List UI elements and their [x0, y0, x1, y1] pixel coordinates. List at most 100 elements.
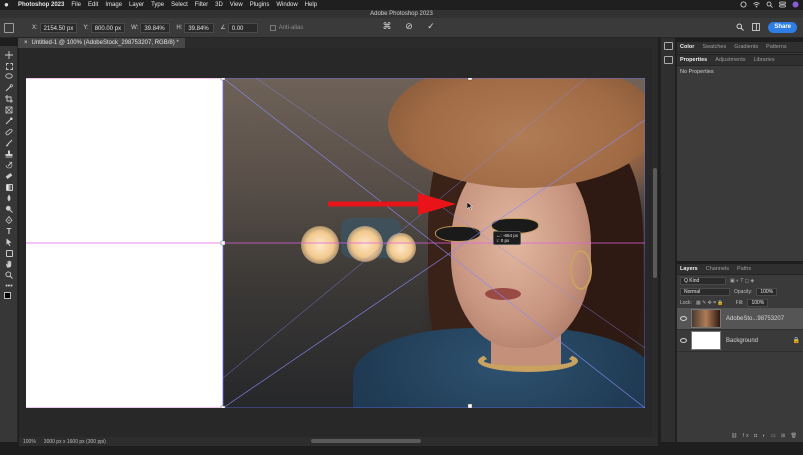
menu-filter[interactable]: Filter: [195, 2, 208, 8]
control-center-icon[interactable]: [779, 1, 786, 8]
history-brush-tool[interactable]: [0, 160, 18, 170]
fx-icon[interactable]: fx: [743, 433, 751, 439]
visibility-eye-icon[interactable]: [680, 316, 687, 321]
new-layer-icon[interactable]: ⊞: [781, 433, 787, 439]
zoom-tool[interactable]: [0, 270, 18, 280]
transform-handle[interactable]: [467, 403, 473, 408]
w-input[interactable]: 39.84%: [140, 22, 171, 33]
y-field[interactable]: Y: 800.00 px: [83, 22, 126, 33]
group-icon[interactable]: ▭: [771, 433, 778, 439]
mask-icon[interactable]: ◘: [754, 433, 759, 439]
hand-tool[interactable]: [0, 259, 18, 269]
menu-plugins[interactable]: Plugins: [250, 2, 270, 8]
tab-gradients[interactable]: Gradients: [734, 44, 758, 50]
pen-tool[interactable]: [0, 215, 18, 225]
layer-row[interactable]: AdobeSto...98753207: [677, 308, 803, 330]
layer-row[interactable]: Background 🔒: [677, 330, 803, 352]
blur-tool[interactable]: [0, 193, 18, 203]
foreground-color-swatch[interactable]: [4, 292, 11, 299]
share-button[interactable]: Share: [768, 22, 797, 33]
tool-preset-icon[interactable]: [4, 22, 14, 33]
fill-input[interactable]: 100%: [747, 298, 769, 307]
menu-help[interactable]: Help: [305, 2, 317, 8]
vertical-scroll-thumb[interactable]: [653, 168, 657, 278]
cancel-transform-icon[interactable]: ⊘: [404, 21, 414, 31]
tab-paths[interactable]: Paths: [737, 266, 751, 272]
apple-icon[interactable]: ●: [4, 1, 12, 9]
type-tool[interactable]: T: [0, 226, 18, 236]
menu-image[interactable]: Image: [105, 2, 122, 8]
blend-mode-select[interactable]: Normal: [680, 287, 730, 296]
path-select-tool[interactable]: [0, 237, 18, 247]
layer-name[interactable]: AdobeSto...98753207: [726, 316, 784, 322]
comments-icon[interactable]: [663, 42, 673, 50]
frame-tool[interactable]: [0, 105, 18, 115]
transform-handle[interactable]: [220, 405, 226, 408]
layer-kind-filter[interactable]: Q Kind: [680, 276, 726, 285]
tab-patterns[interactable]: Patterns: [766, 44, 786, 50]
angle-field[interactable]: ∠ 0.00: [220, 22, 258, 33]
h-field[interactable]: H: 39.84%: [176, 22, 215, 33]
gradient-tool[interactable]: [0, 182, 18, 192]
transform-handle[interactable]: [467, 78, 473, 81]
opacity-input[interactable]: 100%: [756, 287, 778, 296]
transform-handle[interactable]: [220, 78, 226, 81]
history-icon[interactable]: [663, 56, 673, 64]
x-input[interactable]: 2154.50 px: [39, 22, 78, 33]
wifi-icon[interactable]: [753, 1, 760, 8]
lasso-tool[interactable]: [0, 72, 18, 82]
antialias-checkbox[interactable]: Anti-alias: [269, 24, 303, 31]
document-info[interactable]: 3000 px x 1600 px (300 ppi): [44, 439, 106, 445]
adjustment-icon[interactable]: ◐: [763, 433, 768, 439]
y-input[interactable]: 800.00 px: [90, 22, 126, 33]
menu-3d[interactable]: 3D: [215, 2, 223, 8]
menu-type[interactable]: Type: [151, 2, 164, 8]
brush-tool[interactable]: [0, 138, 18, 148]
tab-properties[interactable]: Properties: [680, 57, 707, 63]
search-icon[interactable]: [766, 1, 773, 8]
menu-window[interactable]: Window: [276, 2, 297, 8]
tab-channels[interactable]: Channels: [706, 266, 729, 272]
lock-icons[interactable]: ▦ ✎ ✥ ⌗ 🔒: [696, 300, 724, 306]
menu-view[interactable]: View: [230, 2, 243, 8]
quick-select-tool[interactable]: [0, 83, 18, 93]
x-field[interactable]: X: 2154.50 px: [32, 22, 78, 33]
move-tool[interactable]: [0, 50, 18, 60]
tab-color[interactable]: Color: [680, 44, 694, 50]
filter-icons[interactable]: ▣ ◐ T ◻ ◈: [730, 278, 754, 284]
tab-swatches[interactable]: Swatches: [702, 44, 726, 50]
healing-tool[interactable]: [0, 127, 18, 137]
commit-transform-icon[interactable]: ✓: [426, 21, 436, 31]
crop-tool[interactable]: [0, 94, 18, 104]
canvas-area[interactable]: ↔: -654 px ↕: 0 px: [19, 48, 658, 438]
h-input[interactable]: 39.84%: [184, 22, 215, 33]
w-field[interactable]: W: 39.84%: [131, 22, 171, 33]
more-tools-button[interactable]: •••: [0, 281, 18, 291]
menu-select[interactable]: Select: [171, 2, 188, 8]
trash-icon[interactable]: 🗑: [791, 433, 799, 439]
angle-input[interactable]: 0.00: [227, 22, 258, 33]
layer-name[interactable]: Background: [726, 338, 758, 344]
close-tab-icon[interactable]: ×: [24, 38, 28, 48]
workspace-icon[interactable]: [752, 22, 761, 33]
horizontal-scroll-thumb[interactable]: [311, 439, 421, 443]
menu-file[interactable]: File: [71, 2, 81, 8]
antialias-box[interactable]: [269, 24, 276, 31]
rectangle-tool[interactable]: [0, 248, 18, 258]
vertical-scrollbar[interactable]: [652, 48, 658, 438]
zoom-level[interactable]: 100%: [23, 439, 36, 445]
marquee-tool[interactable]: [0, 61, 18, 71]
eraser-tool[interactable]: [0, 171, 18, 181]
eyedropper-tool[interactable]: [0, 116, 18, 126]
document-canvas[interactable]: [26, 78, 645, 408]
menu-app-name[interactable]: Photoshop 2023: [18, 2, 64, 8]
creative-cloud-icon[interactable]: [740, 1, 747, 8]
dodge-tool[interactable]: [0, 204, 18, 214]
visibility-eye-icon[interactable]: [680, 338, 687, 343]
transform-handle[interactable]: [220, 240, 226, 246]
link-layers-icon[interactable]: ⛓: [731, 433, 739, 439]
tab-layers[interactable]: Layers: [680, 266, 698, 272]
clone-stamp-tool[interactable]: [0, 149, 18, 159]
tab-libraries[interactable]: Libraries: [753, 57, 774, 63]
tab-adjustments[interactable]: Adjustments: [715, 57, 745, 63]
